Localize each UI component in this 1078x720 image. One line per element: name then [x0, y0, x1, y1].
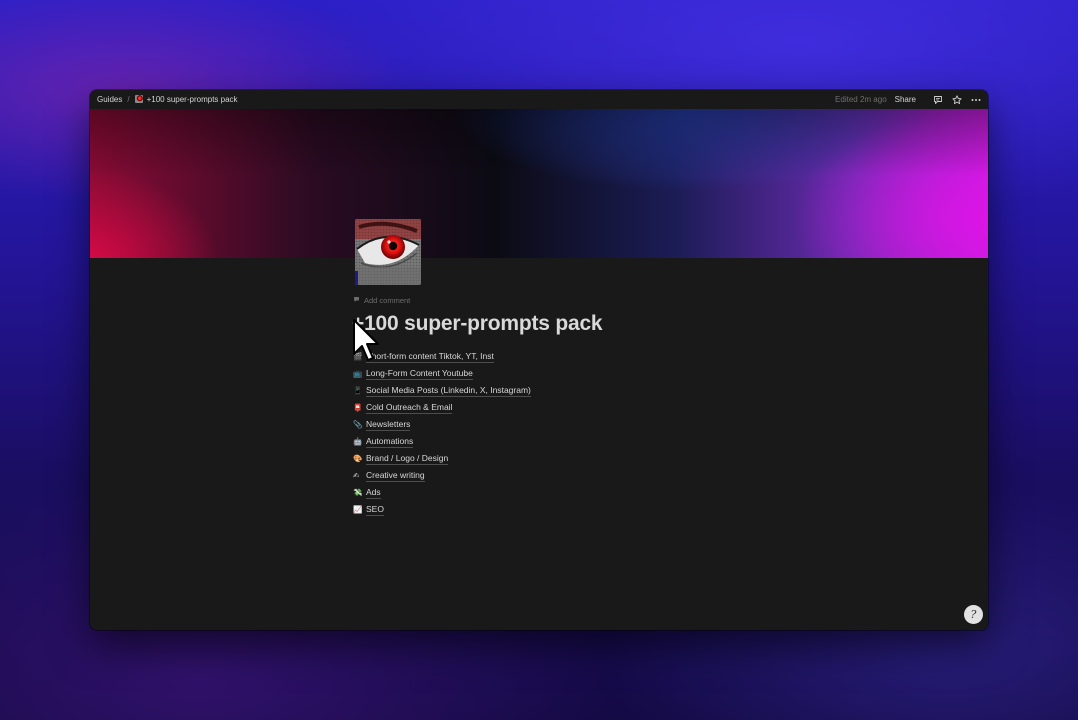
- list-item-label[interactable]: Automations: [366, 436, 414, 448]
- list-item[interactable]: 📱 Social Media Posts (Linkedin, X, Instag…: [353, 382, 531, 399]
- add-comment-label: Add comment: [364, 296, 411, 305]
- list-item[interactable]: ✍ Creative writing: [353, 467, 531, 484]
- palette-icon: 🎨: [353, 454, 363, 463]
- help-button[interactable]: ?: [964, 605, 983, 624]
- breadcrumb-separator: /: [127, 95, 130, 104]
- breadcrumb-current-page[interactable]: +100 super-prompts pack: [133, 94, 240, 105]
- list-item[interactable]: 💸 Ads: [353, 484, 531, 501]
- money-wings-icon: 💸: [353, 488, 363, 497]
- breadcrumb: Guides / +100 super-prompts pack: [90, 94, 240, 105]
- page-icon-eye-image[interactable]: [355, 219, 421, 285]
- add-comment-button[interactable]: Add comment: [353, 296, 410, 305]
- page-cover-image: [90, 109, 988, 258]
- breadcrumb-guides[interactable]: Guides: [95, 94, 124, 105]
- paperclip-icon: 📎: [353, 420, 363, 429]
- category-list: 🎬 Short-form content Tiktok, YT, Inst 📺 Lo…: [353, 348, 531, 518]
- mobile-phone-icon: 📱: [353, 386, 363, 395]
- writing-hand-icon: ✍: [353, 471, 360, 480]
- edited-status: Edited 2m ago: [835, 95, 887, 104]
- list-item-label[interactable]: Social Media Posts (Linkedin, X, Instagr…: [366, 385, 531, 397]
- mouse-cursor-icon: [352, 318, 380, 369]
- page-title[interactable]: +100 super-prompts pack: [352, 312, 603, 336]
- star-icon[interactable]: [951, 94, 963, 106]
- breadcrumb-page-label: +100 super-prompts pack: [146, 95, 238, 104]
- list-item[interactable]: 📎 Newsletters: [353, 416, 531, 433]
- more-icon[interactable]: [970, 94, 982, 106]
- list-item-label[interactable]: Long-Form Content Youtube: [366, 368, 473, 380]
- comment-icon: [353, 296, 360, 305]
- desktop-wallpaper: Guides / +100 super-prompts pack Edited …: [0, 0, 1078, 720]
- list-item[interactable]: 📮 Cold Outreach & Email: [353, 399, 531, 416]
- robot-icon: 🤖: [353, 437, 363, 446]
- list-item-label[interactable]: Short-form content Tiktok, YT, Inst: [366, 351, 494, 363]
- list-item[interactable]: 🤖 Automations: [353, 433, 531, 450]
- comment-icon[interactable]: [932, 94, 944, 106]
- chart-increasing-icon: 📈: [353, 505, 363, 514]
- cover-shade: [90, 109, 988, 258]
- list-item-label[interactable]: SEO: [366, 504, 384, 516]
- television-icon: 📺: [353, 369, 363, 378]
- page-thumbnail-icon: [134, 95, 143, 103]
- list-item-label[interactable]: Creative writing: [366, 470, 425, 482]
- notion-window: Guides / +100 super-prompts pack Edited …: [90, 90, 988, 630]
- list-item-label[interactable]: Brand / Logo / Design: [366, 453, 449, 465]
- list-item-label[interactable]: Ads: [366, 487, 381, 499]
- list-item-label[interactable]: Cold Outreach & Email: [366, 402, 453, 414]
- list-item-label[interactable]: Newsletters: [366, 419, 411, 431]
- list-item[interactable]: 📈 SEO: [353, 501, 531, 518]
- topbar-actions: Edited 2m ago Share: [835, 94, 988, 106]
- top-bar: Guides / +100 super-prompts pack Edited …: [90, 90, 988, 109]
- list-item[interactable]: 🎨 Brand / Logo / Design: [353, 450, 531, 467]
- mailbox-icon: 📮: [353, 403, 363, 412]
- share-button[interactable]: Share: [895, 95, 916, 104]
